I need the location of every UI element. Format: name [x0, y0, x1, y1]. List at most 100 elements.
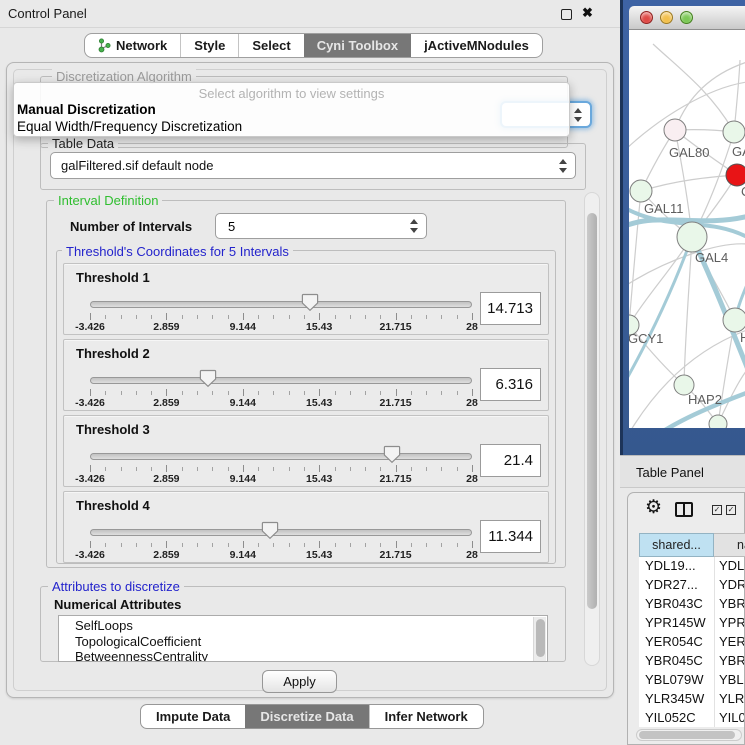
attribute-list-item[interactable]: TopologicalCoefficient — [75, 634, 547, 650]
tab-cyni-toolbox[interactable]: Cyni Toolbox — [304, 34, 411, 57]
close-traffic-light[interactable] — [640, 11, 653, 24]
tab-style[interactable]: Style — [180, 34, 238, 57]
threshold-value-field[interactable]: 11.344 — [480, 520, 541, 553]
tab-select[interactable]: Select — [238, 34, 303, 57]
table-header-row: shared... na — [628, 533, 744, 557]
number-of-intervals-label: Number of Intervals — [70, 219, 192, 234]
tab-impute-data[interactable]: Impute Data — [141, 705, 245, 728]
network-node[interactable] — [630, 180, 652, 202]
scrollbar-thumb[interactable] — [639, 731, 735, 739]
column-divider — [714, 557, 715, 727]
table-data-group-title: Table Data — [48, 136, 118, 151]
control-panel-titlebar: Control Panel ✖ — [0, 0, 620, 28]
slider-ticks — [64, 389, 548, 396]
node-label: GAL11 — [644, 201, 684, 216]
checkbox-icon[interactable]: ✓ — [726, 505, 736, 515]
table-data-selected-value: galFiltered.sif default node — [61, 158, 213, 173]
attribute-list-item[interactable]: BetweennessCentrality — [75, 649, 547, 662]
threshold-value-field[interactable]: 21.4 — [480, 444, 541, 477]
threshold-slider-track[interactable] — [90, 453, 472, 460]
threshold-slider-track[interactable] — [90, 529, 472, 536]
minimize-traffic-light[interactable] — [660, 11, 673, 24]
spinner-stepper-icon[interactable] — [410, 219, 419, 233]
tab-infer-network[interactable]: Infer Network — [369, 705, 483, 728]
threshold-value-field[interactable]: 6.316 — [480, 368, 541, 401]
num-intervals-spinner[interactable]: 5 — [215, 213, 427, 239]
threshold-title: Threshold 3 — [76, 422, 150, 437]
table-row[interactable]: YLR345WYLR3 — [639, 690, 744, 709]
control-panel-tabs: Network Style Select Cyni Toolbox jActiv… — [84, 33, 543, 58]
threshold-slider-thumb[interactable] — [383, 445, 401, 464]
table-row[interactable]: YDR27...YDR2 — [639, 576, 744, 595]
node-label: GCY1 — [629, 331, 663, 346]
gear-icon[interactable]: ⚙ — [645, 496, 662, 519]
threshold-panel: Threshold 3-3.4262.8599.14415.4321.71528… — [63, 415, 549, 487]
column-header-name[interactable]: na — [714, 533, 745, 557]
network-node[interactable] — [677, 222, 707, 252]
table-row[interactable]: YBL079WYBL0 — [639, 671, 744, 690]
dropdown-option-manual-discretization[interactable]: Manual Discretization — [17, 102, 156, 117]
network-node[interactable] — [664, 119, 686, 141]
threshold-slider-thumb[interactable] — [261, 521, 279, 540]
table-row[interactable]: YER054CYER0 — [639, 633, 744, 652]
slider-ticks — [64, 313, 548, 320]
vertical-scrollbar[interactable] — [584, 192, 600, 666]
thresholds-group: Threshold 1-3.4262.8599.14415.4321.71528… — [56, 250, 556, 564]
algorithm-dropdown: Select algorithm to view settings Manual… — [13, 82, 570, 137]
apply-button[interactable]: Apply — [262, 670, 337, 693]
attribute-list-item[interactable]: SelfLoops — [75, 618, 547, 634]
column-header-shared-name[interactable]: shared... — [639, 533, 714, 557]
list-scrollbar[interactable] — [533, 617, 546, 662]
threshold-value-field[interactable]: 14.713 — [480, 292, 541, 325]
threshold-slider-track[interactable] — [90, 377, 472, 384]
close-icon[interactable]: ✖ — [582, 5, 593, 21]
threshold-slider-thumb[interactable] — [199, 369, 217, 388]
slider-tick-labels: -3.4262.8599.14415.4321.71528 — [64, 549, 548, 561]
table-row[interactable]: YPR145WYPR1 — [639, 614, 744, 633]
dropdown-option-equal-width-frequency[interactable]: Equal Width/Frequency Discretization — [17, 119, 242, 134]
network-canvas[interactable]: GAL80GACGAL11GAL4GCY1HHAP2 — [629, 30, 745, 428]
threshold-panel: Threshold 2-3.4262.8599.14415.4321.71528… — [63, 339, 549, 411]
tab-label: Select — [252, 38, 290, 53]
scrollbar-thumb[interactable] — [587, 213, 597, 609]
threshold-slider-track[interactable] — [90, 301, 472, 308]
numerical-attributes-list[interactable]: SelfLoopsTopologicalCoefficientBetweenne… — [58, 615, 548, 662]
threshold-slider-thumb[interactable] — [301, 293, 319, 312]
columns-icon[interactable] — [675, 502, 693, 517]
network-icon — [98, 38, 111, 53]
table-row[interactable]: YIL052CYIL0 — [639, 709, 744, 727]
network-node[interactable] — [723, 308, 745, 332]
table-panel-header: Table Panel — [620, 455, 745, 488]
tab-jactivemnodules[interactable]: jActiveMNodules — [411, 34, 542, 57]
zoom-traffic-light[interactable] — [680, 11, 693, 24]
float-window-icon[interactable] — [561, 9, 572, 20]
thresholds-group-title: Threshold's Coordinates for 5 Intervals — [62, 244, 293, 259]
network-node[interactable] — [723, 121, 745, 143]
node-label: H — [740, 330, 745, 345]
table-data-select[interactable]: galFiltered.sif default node — [50, 152, 576, 179]
threshold-panel: Threshold 1-3.4262.8599.14415.4321.71528… — [63, 263, 549, 335]
cyni-bottom-tabs: Impute Data Discretize Data Infer Networ… — [140, 704, 484, 729]
table-row[interactable]: YBR043CYBR0 — [639, 595, 744, 614]
tab-label: Infer Network — [385, 709, 468, 724]
horizontal-scrollbar[interactable] — [636, 729, 742, 741]
table-row[interactable]: YBR045CYBR0 — [639, 652, 744, 671]
table-row[interactable]: YDL19...YDL1 — [639, 557, 744, 576]
table-body: YDL19...YDL1YDR27...YDR2YBR043CYBR0YPR14… — [639, 557, 744, 727]
slider-tick-labels: -3.4262.8599.14415.4321.71528 — [64, 397, 548, 409]
network-node[interactable] — [726, 164, 745, 186]
tab-label: Impute Data — [156, 709, 230, 724]
checkbox-icon[interactable]: ✓ — [712, 505, 722, 515]
combo-stepper-icon[interactable] — [559, 159, 568, 173]
node-label: GAL80 — [669, 145, 709, 160]
tab-label: Discretize Data — [260, 709, 353, 724]
slider-ticks — [64, 541, 548, 548]
threshold-title: Threshold 4 — [76, 498, 150, 513]
tab-label: Style — [194, 38, 225, 53]
table-panel-title: Table Panel — [636, 465, 704, 480]
numerical-attributes-label: Numerical Attributes — [54, 597, 181, 612]
tab-network[interactable]: Network — [85, 34, 180, 57]
tab-discretize-data[interactable]: Discretize Data — [245, 705, 368, 728]
network-node[interactable] — [709, 415, 727, 428]
combo-stepper-icon[interactable] — [574, 108, 583, 122]
